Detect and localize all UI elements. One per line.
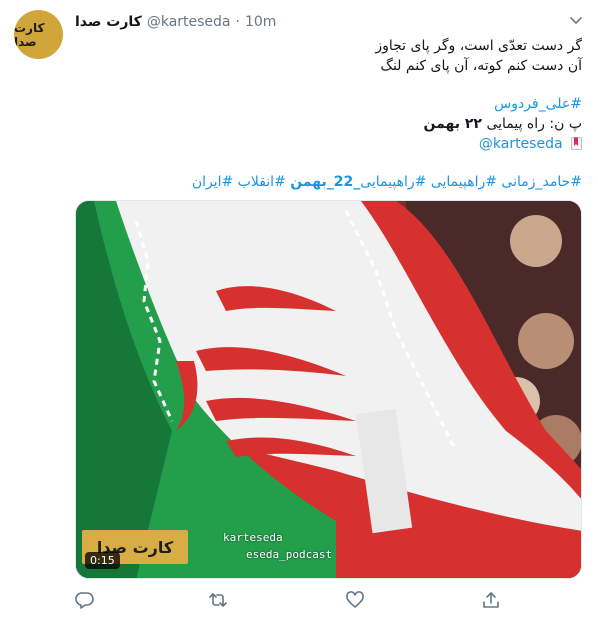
- chevron-down-icon[interactable]: [568, 12, 584, 28]
- tweet-actions: [75, 590, 505, 612]
- timestamp[interactable]: 10m: [245, 14, 276, 30]
- hashtags-before[interactable]: #حامد_زمانی #راهپیمایی #راهپیمایی: [360, 174, 582, 190]
- credit-prefix: پ ن: راه پیمایی: [486, 116, 582, 132]
- mention-line: @karteseda: [72, 134, 582, 154]
- hashtags-after[interactable]: #انقلاب #ایران: [192, 174, 286, 190]
- hashtags-line[interactable]: #حامد_زمانی #راهپیمایی #راهپیمایی_22_بهم…: [72, 172, 582, 192]
- hashtag-bold-part[interactable]: _22_بهمن: [290, 174, 360, 190]
- bookmark-icon: [571, 137, 582, 150]
- retweet-icon[interactable]: [208, 590, 228, 610]
- credit-line: پ ن: راه پیمایی ۲۲ بهمن: [72, 114, 582, 134]
- video-overlay-podcast: eseda_podcast: [246, 548, 333, 561]
- like-icon[interactable]: [345, 590, 365, 610]
- separator-dot: ·: [235, 14, 240, 30]
- video-player[interactable]: کارت صدا karteseda eseda_podcast 0:15: [75, 200, 582, 579]
- reply-icon[interactable]: [75, 590, 95, 610]
- poet-hashtag[interactable]: #علی_فردوس: [72, 94, 582, 114]
- tweet-text-line-1: گر دست تعدّی است، وگر پای تجاوز: [375, 38, 582, 54]
- user-handle[interactable]: @karteseda: [147, 14, 231, 30]
- video-frame: [76, 201, 581, 578]
- video-duration: 0:15: [85, 552, 120, 569]
- credit-date: ۲۲ بهمن: [423, 116, 482, 132]
- tweet-text-line-2: آن دست کنم کوته، آن پای کنم لنگ: [380, 58, 582, 74]
- avatar[interactable]: کارت صدا: [14, 10, 63, 59]
- avatar-logo-text: کارت صدا: [14, 20, 45, 49]
- share-icon[interactable]: [481, 590, 501, 610]
- mention-link[interactable]: @karteseda: [479, 136, 563, 152]
- tweet-header: کارت صدا @karteseda · 10m: [75, 12, 276, 32]
- display-name[interactable]: کارت صدا: [75, 14, 142, 30]
- tweet: کارت صدا کارت صدا @karteseda · 10m گر دس…: [0, 0, 598, 620]
- video-overlay-handle: karteseda: [223, 531, 283, 544]
